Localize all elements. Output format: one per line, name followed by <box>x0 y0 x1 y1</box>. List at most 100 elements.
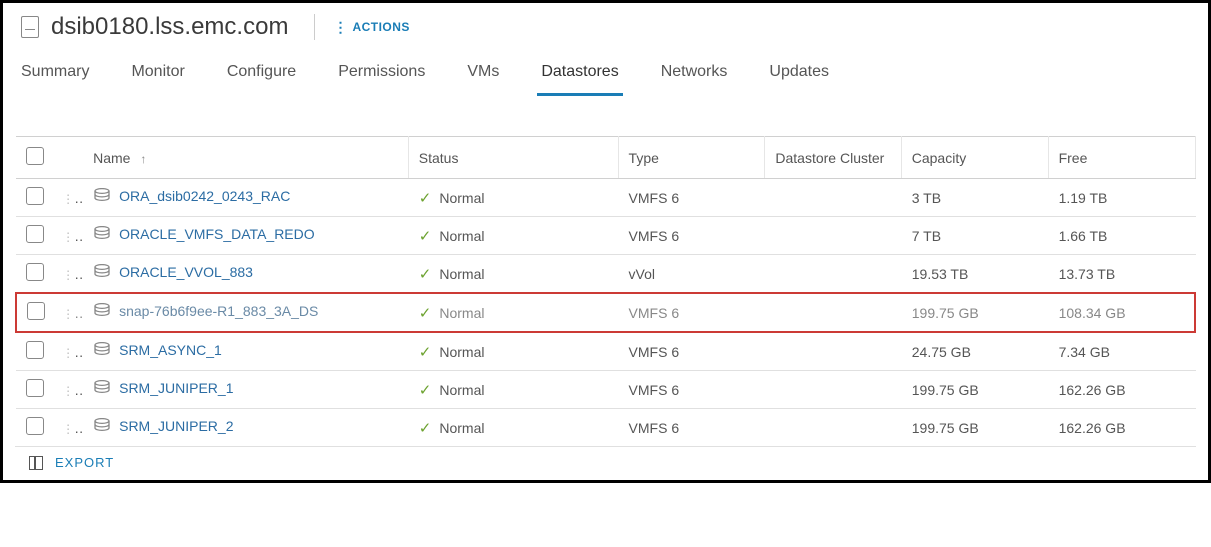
drag-handle-icon[interactable]: ⋮⋮ <box>62 305 83 321</box>
tab-vms[interactable]: VMs <box>463 55 503 96</box>
type-cell: VMFS 6 <box>618 217 765 255</box>
content-area: Name ↑ Status Type Datastore Cluster Cap… <box>3 96 1208 480</box>
free-cell: 1.19 TB <box>1048 179 1195 217</box>
check-icon: ✓ <box>419 190 432 207</box>
drag-handle-icon[interactable]: ⋮⋮ <box>62 190 83 206</box>
column-label-status: Status <box>419 150 459 166</box>
free-cell: 1.66 TB <box>1048 217 1195 255</box>
column-header-capacity[interactable]: Capacity <box>901 137 1048 179</box>
row-checkbox[interactable] <box>26 263 44 281</box>
table-row: ⋮⋮ SRM_JUNIPER_1 ✓ Normal VMFS 6 199.75 GB162… <box>16 371 1195 409</box>
tab-monitor[interactable]: Monitor <box>127 55 188 96</box>
select-all-checkbox[interactable] <box>26 147 44 165</box>
row-checkbox[interactable] <box>26 379 44 397</box>
table-footer: EXPORT <box>15 446 1196 480</box>
tab-datastores[interactable]: Datastores <box>537 55 622 96</box>
capacity-cell: 199.75 GB <box>901 409 1048 447</box>
table-row: ⋮⋮ORA_dsib0242_0243_RAC✓NormalVMFS 63 TB… <box>16 179 1195 217</box>
actions-label: ACTIONS <box>352 20 410 34</box>
table-row: ⋮⋮ SRM_JUNIPER_2 ✓ Normal VMFS 6 199.75 GB162… <box>16 409 1195 447</box>
cluster-cell <box>765 293 901 332</box>
row-checkbox[interactable] <box>26 341 44 359</box>
type-cell: VMFS 6 <box>618 179 765 217</box>
actions-menu[interactable]: ⋮ ACTIONS <box>333 19 410 36</box>
status-text: Normal <box>439 190 484 206</box>
cluster-cell <box>765 371 901 409</box>
free-cell: 7.34 GB <box>1048 332 1195 371</box>
handle-header <box>62 137 83 179</box>
drag-handle-icon[interactable]: ⋮⋮ <box>62 382 83 398</box>
tab-summary[interactable]: Summary <box>17 55 93 96</box>
tab-networks[interactable]: Networks <box>657 55 732 96</box>
page-header: dsib0180.lss.emc.com ⋮ ACTIONS <box>3 3 1208 47</box>
sort-ascending-icon: ↑ <box>140 152 146 166</box>
drag-handle-icon[interactable]: ⋮⋮ <box>62 266 83 282</box>
status-text: Normal <box>439 382 484 398</box>
row-checkbox[interactable] <box>27 302 45 320</box>
export-button[interactable]: EXPORT <box>55 455 114 470</box>
datastore-link[interactable]: SRM_JUNIPER_1 <box>119 380 233 396</box>
column-header-free[interactable]: Free <box>1048 137 1195 179</box>
column-label-free: Free <box>1059 150 1088 166</box>
check-icon: ✓ <box>419 420 432 437</box>
type-cell: VMFS 6 <box>618 409 765 447</box>
free-cell: 162.26 GB <box>1048 409 1195 447</box>
table-row: ⋮⋮ORACLE_VVOL_883✓NormalvVol19.53 TB13.7… <box>16 255 1195 294</box>
row-checkbox[interactable] <box>26 225 44 243</box>
host-icon <box>21 16 39 38</box>
status-text: Normal <box>439 305 484 321</box>
capacity-cell: 199.75 GB <box>901 293 1048 332</box>
column-label-type: Type <box>629 150 659 166</box>
column-label-cluster: Datastore Cluster <box>775 150 884 166</box>
tab-bar: Summary Monitor Configure Permissions VMs Dat… <box>3 47 1208 96</box>
row-checkbox[interactable] <box>26 187 44 205</box>
tab-configure[interactable]: Configure <box>223 55 300 96</box>
table-row: ⋮⋮ORACLE_VMFS_DATA_REDO✓NormalVMFS 67 TB… <box>16 217 1195 255</box>
datastore-icon <box>93 226 111 245</box>
status-text: Normal <box>439 266 484 282</box>
datastore-link[interactable]: ORACLE_VVOL_883 <box>119 264 253 280</box>
tab-updates[interactable]: Updates <box>765 55 833 96</box>
drag-handle-icon[interactable]: ⋮⋮ <box>62 420 83 436</box>
select-all-header <box>16 137 62 179</box>
datastore-link[interactable]: ORACLE_VMFS_DATA_REDO <box>119 226 315 242</box>
check-icon: ✓ <box>419 228 432 245</box>
datastore-icon <box>93 188 111 207</box>
row-checkbox[interactable] <box>26 417 44 435</box>
divider <box>314 14 315 40</box>
type-cell: VMFS 6 <box>618 371 765 409</box>
status-text: Normal <box>439 420 484 436</box>
type-cell: VMFS 6 <box>618 293 765 332</box>
datastore-link[interactable]: ORA_dsib0242_0243_RAC <box>119 188 290 204</box>
free-cell: 162.26 GB <box>1048 371 1195 409</box>
column-header-name[interactable]: Name ↑ <box>83 137 408 179</box>
check-icon: ✓ <box>419 266 432 283</box>
datastore-link[interactable]: SRM_ASYNC_1 <box>119 342 222 358</box>
kebab-icon: ⋮ <box>333 19 346 36</box>
cluster-cell <box>765 179 901 217</box>
datastore-icon <box>93 342 111 361</box>
column-label-capacity: Capacity <box>912 150 966 166</box>
tab-permissions[interactable]: Permissions <box>334 55 429 96</box>
column-picker-icon[interactable] <box>29 456 43 470</box>
capacity-cell: 24.75 GB <box>901 332 1048 371</box>
datastore-link[interactable]: snap-76b6f9ee-R1_883_3A_DS <box>119 303 318 319</box>
datastore-icon <box>93 303 111 322</box>
drag-handle-icon[interactable]: ⋮⋮ <box>62 344 83 360</box>
drag-handle-icon[interactable]: ⋮⋮ <box>62 228 83 244</box>
cluster-cell <box>765 409 901 447</box>
capacity-cell: 199.75 GB <box>901 371 1048 409</box>
datastores-table: Name ↑ Status Type Datastore Cluster Cap… <box>15 136 1196 447</box>
column-header-type[interactable]: Type <box>618 137 765 179</box>
datastore-icon <box>93 380 111 399</box>
free-cell: 108.34 GB <box>1048 293 1195 332</box>
table-row: ⋮⋮snap-76b6f9ee-R1_883_3A_DS✓NormalVMFS … <box>16 293 1195 332</box>
host-title: dsib0180.lss.emc.com <box>51 13 288 41</box>
column-header-cluster[interactable]: Datastore Cluster <box>765 137 901 179</box>
capacity-cell: 19.53 TB <box>901 255 1048 294</box>
check-icon: ✓ <box>419 382 432 399</box>
datastore-link[interactable]: SRM_JUNIPER_2 <box>119 418 233 434</box>
cluster-cell <box>765 255 901 294</box>
column-header-status[interactable]: Status <box>408 137 618 179</box>
status-text: Normal <box>439 344 484 360</box>
